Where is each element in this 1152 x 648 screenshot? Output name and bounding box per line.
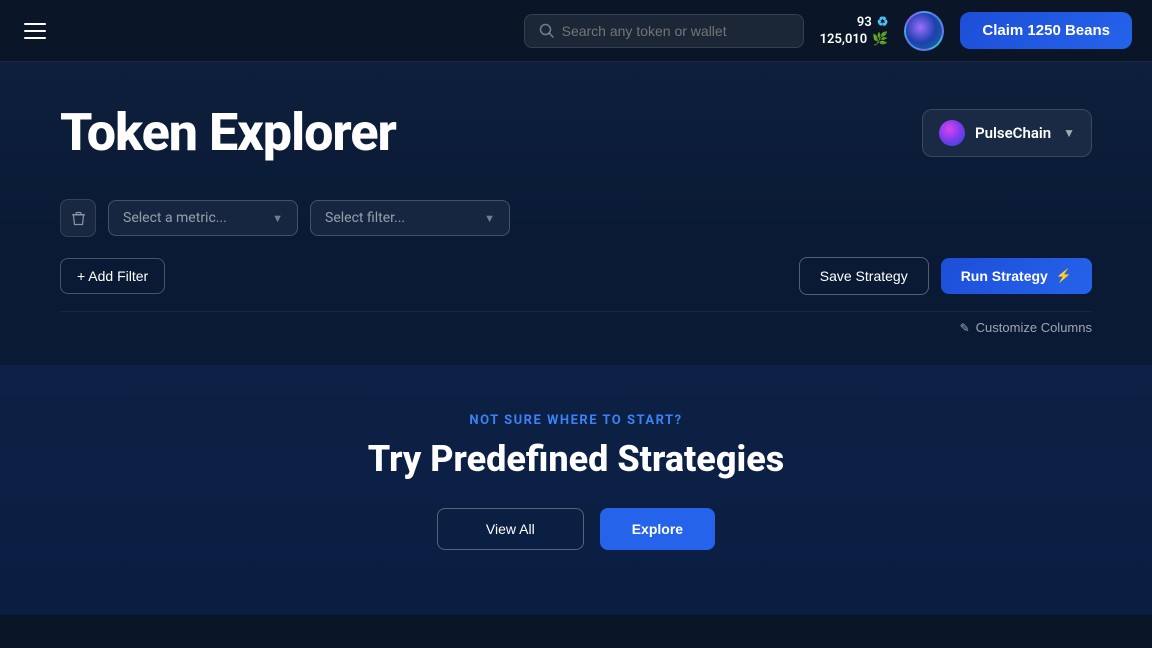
chain-name-label: PulseChain <box>975 124 1051 142</box>
run-strategy-button[interactable]: Run Strategy ⚡ <box>941 258 1092 294</box>
page-title: Token Explorer <box>60 102 396 163</box>
not-sure-label: NOT SURE WHERE TO START? <box>469 413 682 428</box>
search-bar[interactable] <box>524 14 804 48</box>
delete-filter-button[interactable] <box>60 199 96 237</box>
customize-row: ✎ Customize Columns <box>60 311 1092 335</box>
filter-dropdown[interactable]: Select filter... ▼ <box>310 200 510 236</box>
chevron-down-icon: ▼ <box>1063 126 1075 140</box>
main-content: Token Explorer PulseChain ▼ Select a met… <box>0 62 1152 365</box>
avatar-image <box>906 13 942 49</box>
metric-dropdown[interactable]: Select a metric... ▼ <box>108 200 298 236</box>
metric-chevron-icon: ▼ <box>272 212 283 225</box>
lightning-icon: ⚡ <box>1056 268 1072 284</box>
filter-row: Select a metric... ▼ Select filter... ▼ <box>60 199 1092 237</box>
run-strategy-label: Run Strategy <box>961 268 1048 284</box>
metric-placeholder: Select a metric... <box>123 210 227 226</box>
header-left <box>20 19 50 43</box>
filter-chevron-icon: ▼ <box>484 212 495 225</box>
edit-icon: ✎ <box>960 321 970 335</box>
explore-button[interactable]: Explore <box>600 508 715 550</box>
action-row: + Add Filter Save Strategy Run Strategy … <box>60 257 1092 295</box>
search-input[interactable] <box>562 23 789 39</box>
predefined-buttons: View All Explore <box>437 508 715 550</box>
stat-count-row: 93 ♻ <box>857 15 889 30</box>
stat-points-row: 125,010 🌿 <box>820 32 889 47</box>
add-filter-button[interactable]: + Add Filter <box>60 258 165 294</box>
chain-logo-icon <box>939 120 965 146</box>
customize-columns-button[interactable]: ✎ Customize Columns <box>960 320 1092 335</box>
action-buttons: Save Strategy Run Strategy ⚡ <box>799 257 1092 295</box>
hamburger-menu-button[interactable] <box>20 19 50 43</box>
search-icon <box>539 23 554 38</box>
trash-icon <box>71 211 86 226</box>
stats-area: 93 ♻ 125,010 🌿 <box>820 15 889 47</box>
recycle-icon: ♻ <box>877 15 889 30</box>
claim-beans-button[interactable]: Claim 1250 Beans <box>960 12 1132 49</box>
header: 93 ♻ 125,010 🌿 Claim 1250 Beans <box>0 0 1152 62</box>
avatar[interactable] <box>904 11 944 51</box>
view-all-button[interactable]: View All <box>437 508 584 550</box>
header-right: 93 ♻ 125,010 🌿 Claim 1250 Beans <box>524 11 1132 51</box>
filter-placeholder: Select filter... <box>325 210 405 226</box>
predefined-title: Try Predefined Strategies <box>368 438 784 480</box>
leaf-icon: 🌿 <box>872 32 888 47</box>
customize-columns-label: Customize Columns <box>976 320 1092 335</box>
stat-count: 93 <box>857 15 872 30</box>
chain-selector-left: PulseChain <box>939 120 1051 146</box>
bottom-section: NOT SURE WHERE TO START? Try Predefined … <box>0 365 1152 615</box>
stat-points: 125,010 <box>820 32 868 47</box>
chain-selector-dropdown[interactable]: PulseChain ▼ <box>922 109 1092 157</box>
page-header: Token Explorer PulseChain ▼ <box>60 102 1092 163</box>
save-strategy-button[interactable]: Save Strategy <box>799 257 929 295</box>
